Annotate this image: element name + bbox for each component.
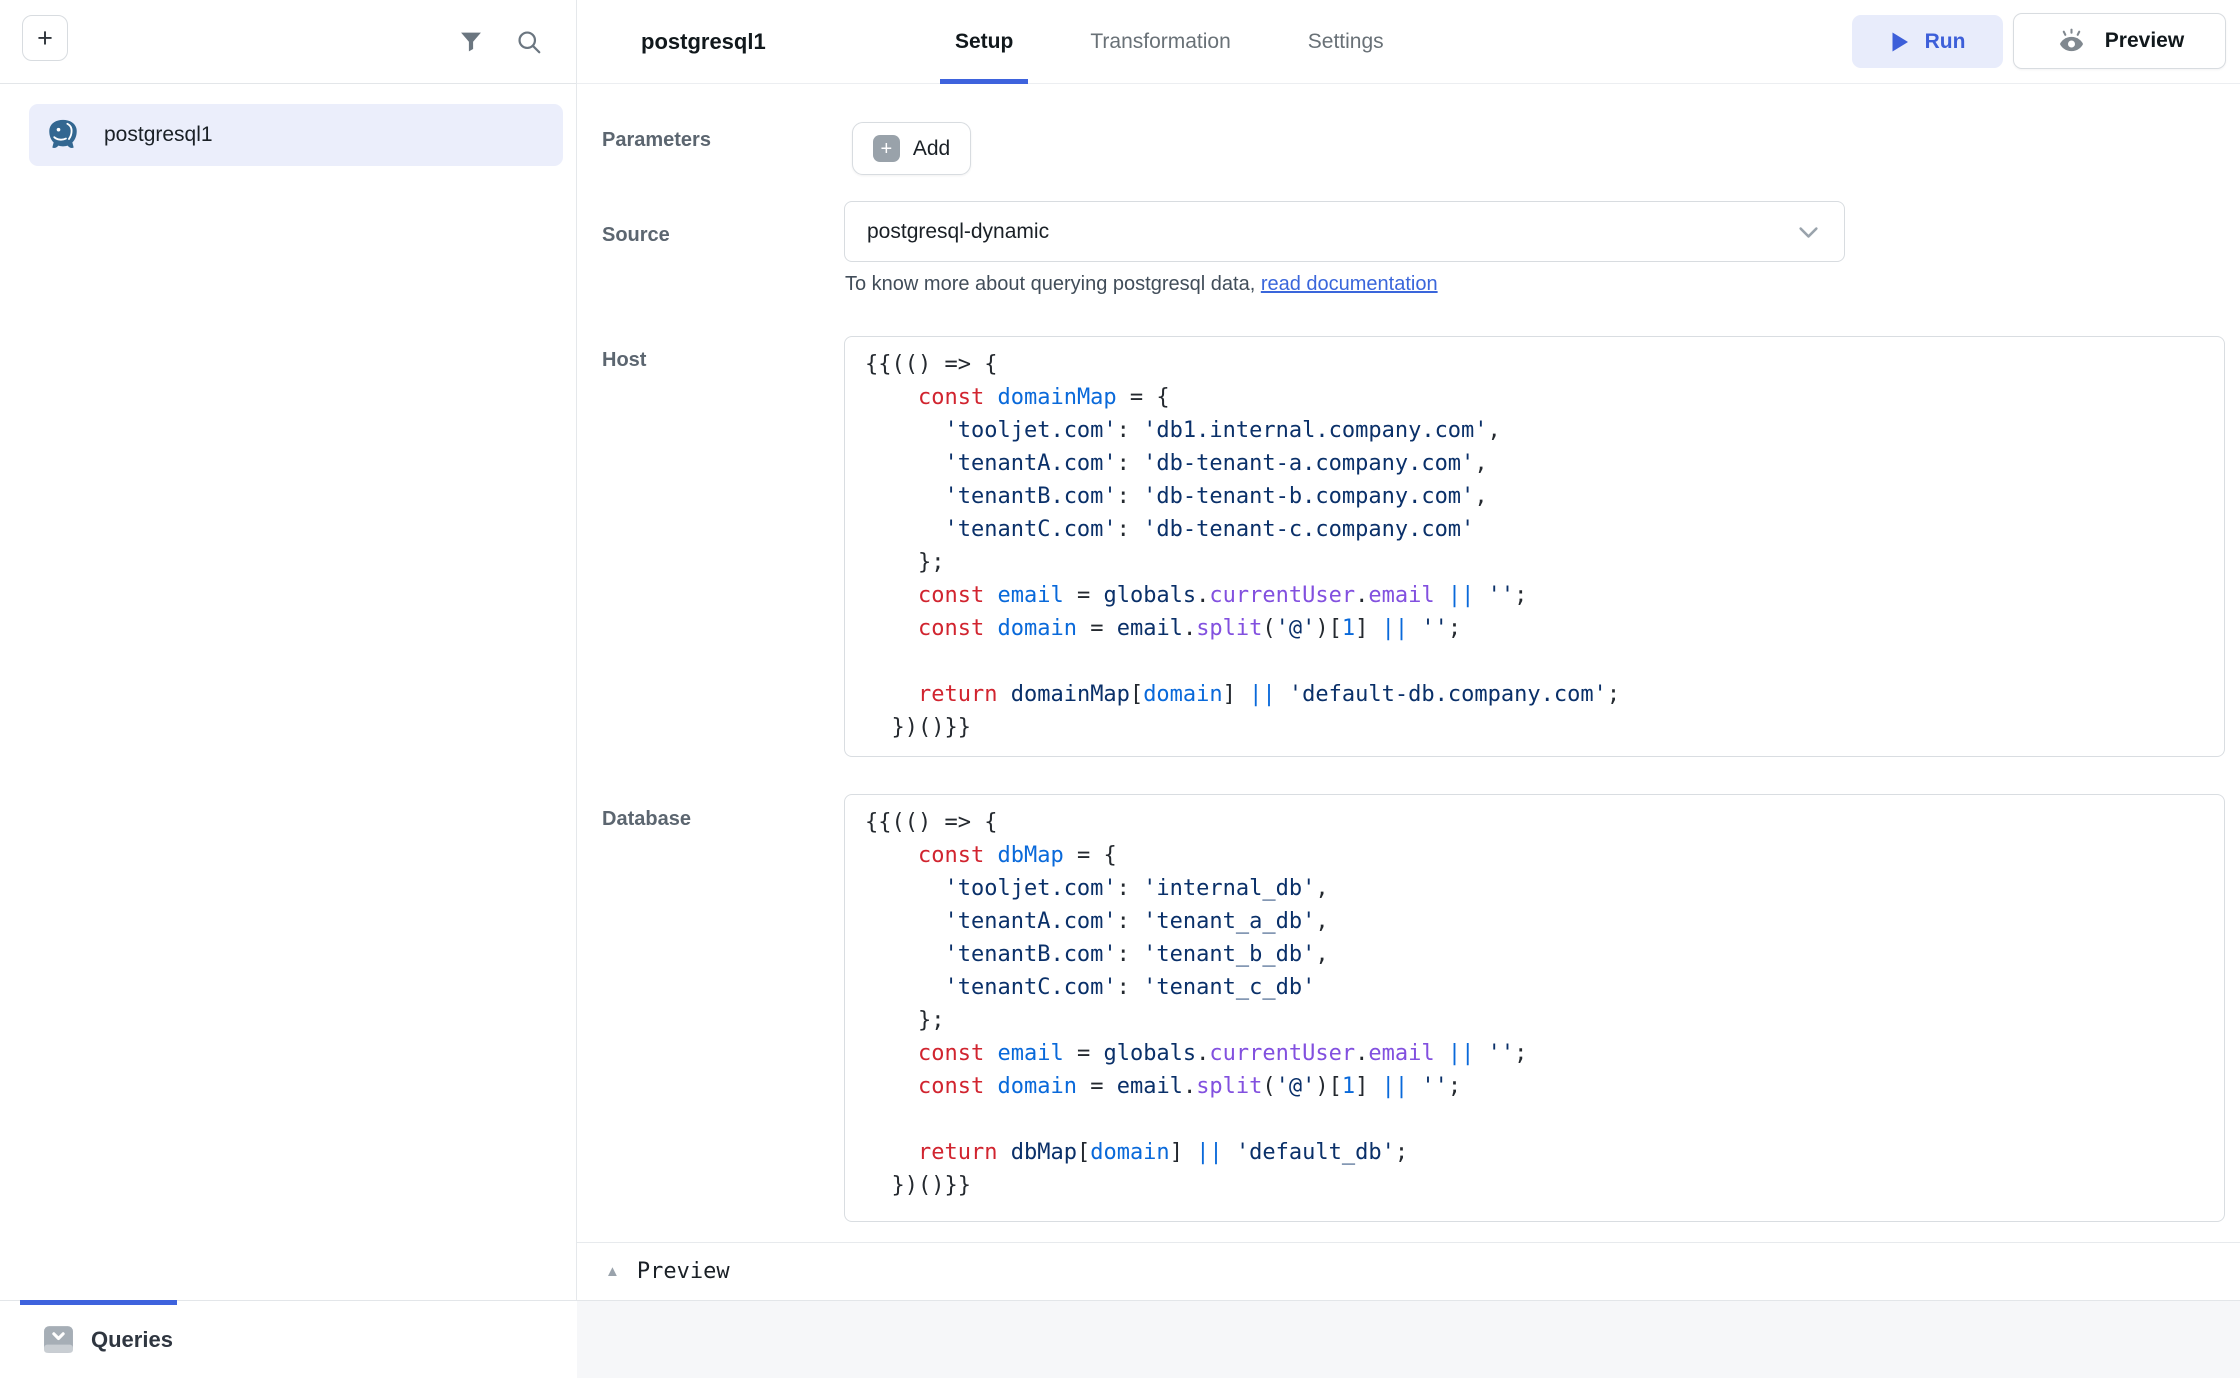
panel-chevron-icon [43, 1325, 74, 1354]
play-icon [1890, 31, 1910, 53]
preview-section-header[interactable]: ▲ Preview [577, 1242, 2240, 1301]
sidebar-footer: Queries [0, 1300, 577, 1378]
run-button[interactable]: Run [1852, 15, 2003, 68]
postgresql-icon [46, 118, 80, 152]
chevron-down-icon [1795, 219, 1822, 246]
bottom-spacer-area [577, 1301, 2240, 1378]
database-label: Database [602, 808, 691, 831]
query-name: postgresql1 [104, 123, 213, 147]
doc-hint: To know more about querying postgresql d… [845, 273, 1438, 296]
tab-transformation[interactable]: Transformation [1075, 0, 1245, 84]
plus-badge-icon: + [873, 135, 900, 162]
preview-label: Preview [2105, 29, 2184, 53]
doc-hint-text: To know more about querying postgresql d… [845, 273, 1261, 295]
host-label: Host [602, 349, 646, 372]
preview-section-label: Preview [637, 1259, 730, 1284]
host-code-editor[interactable]: {{(() => { const domainMap = { 'tooljet.… [844, 336, 2225, 757]
query-sidebar: + postgresql1 [0, 0, 577, 1378]
source-select[interactable]: postgresql-dynamic [844, 201, 1845, 262]
read-documentation-link[interactable]: read documentation [1261, 273, 1438, 295]
database-code-editor[interactable]: {{(() => { const dbMap = { 'tooljet.com'… [844, 794, 2225, 1222]
query-editor-app: + postgresql1 [0, 0, 2240, 1378]
eye-icon [2055, 28, 2088, 55]
plus-icon: + [37, 25, 53, 52]
search-queries-button[interactable] [515, 28, 543, 56]
add-parameter-button[interactable]: + Add [852, 122, 971, 175]
source-selected-value: postgresql-dynamic [867, 220, 1049, 244]
filter-queries-button[interactable] [457, 28, 485, 56]
source-label: Source [602, 224, 670, 247]
preview-button[interactable]: Preview [2013, 13, 2226, 69]
tab-setup[interactable]: Setup [940, 0, 1028, 84]
parameters-label: Parameters [602, 129, 711, 152]
triangle-up-icon: ▲ [605, 1263, 620, 1280]
queries-panel-toggle[interactable]: Queries [43, 1301, 173, 1378]
run-label: Run [1925, 30, 1966, 54]
tab-settings[interactable]: Settings [1293, 0, 1399, 84]
query-tabs: Setup Transformation Settings [940, 0, 1399, 84]
add-query-button[interactable]: + [22, 15, 68, 61]
queries-label: Queries [91, 1327, 173, 1353]
add-parameter-label: Add [913, 137, 950, 161]
query-list-item-postgresql1[interactable]: postgresql1 [29, 104, 563, 166]
funnel-icon [457, 28, 485, 56]
query-header: postgresql1 Setup Transformation Setting… [577, 0, 2240, 84]
query-title: postgresql1 [641, 0, 766, 84]
magnifier-icon [515, 28, 543, 56]
sidebar-header: + [0, 0, 576, 84]
